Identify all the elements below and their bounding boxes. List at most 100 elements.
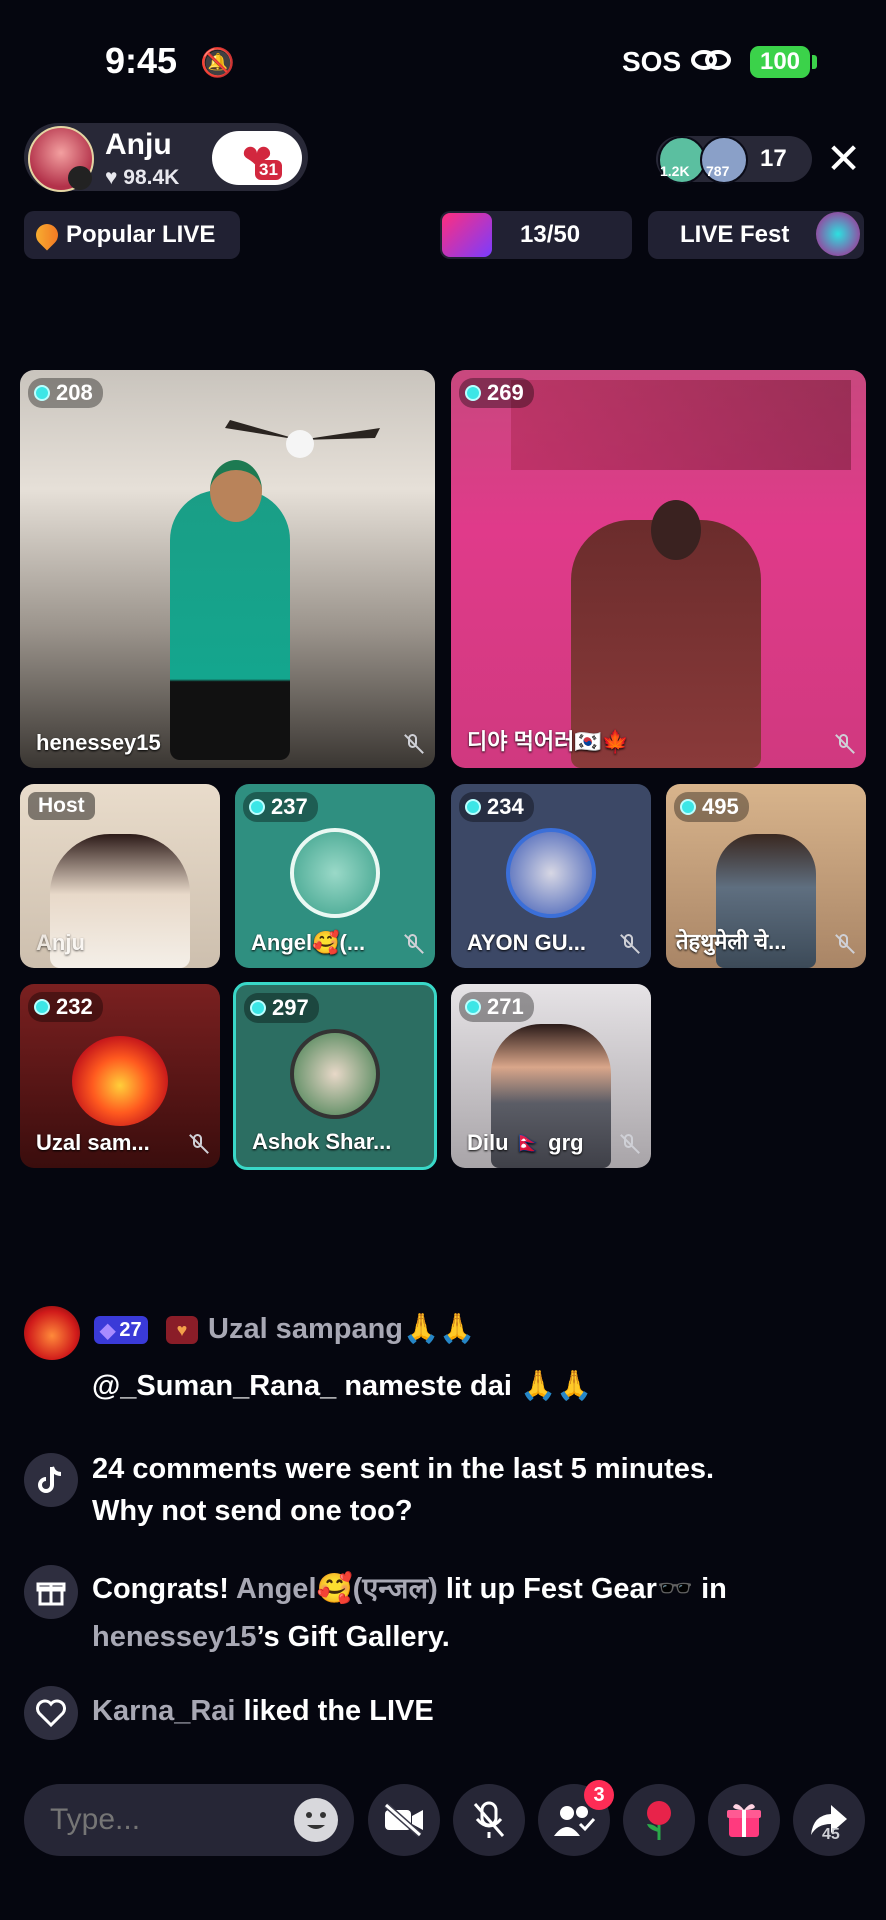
gift-count: 234 [487,794,524,819]
dancer-head [210,460,262,522]
fan-badge-level: 31 [255,160,282,180]
gift-count: 495 [702,794,739,819]
guest-name: Uzal sam... [36,1130,150,1155]
mic-off-icon [834,734,854,754]
host-likes: ♥ 98.4K [105,166,180,189]
gift-message-text: lit up Fest Gear🕶️ in [437,1573,727,1605]
shelf-decor [511,380,851,470]
gift-count: 271 [487,994,524,1019]
mic-off-icon [403,934,423,954]
gift-message-text: Congrats! [92,1573,236,1605]
heart-icon [31,219,63,251]
tiktok-icon [24,1453,78,1507]
guest-name: Ashok Shar... [252,1129,392,1154]
gift-message-text: ’s Gift Gallery. [256,1621,450,1653]
chat-username[interactable]: Karna_Rai [92,1695,235,1727]
guest-video-tile[interactable]: 495 तेहथुमेली चे... [666,784,866,968]
guest-name: Anju [36,930,85,955]
guest-audio-tile-speaking[interactable]: 297 Ashok Shar... [233,982,437,1170]
rank-progress: 13/50 [520,221,581,248]
gift-count: 237 [271,794,308,819]
close-icon[interactable]: ✕ [826,138,861,180]
gift-count-badge: 297 [244,993,319,1023]
guest-avatar [506,828,596,918]
guest-request-badge: 3 [584,1780,614,1810]
gift-count-badge: 232 [28,992,103,1022]
rose-gift-button[interactable] [623,1784,695,1856]
guest-video-tile[interactable]: 271 Dilu 🇳🇵 grg [451,984,651,1168]
share-count: 45 [822,1826,840,1843]
heart-icon: ♥ [176,1319,188,1340]
heart-outline-icon [24,1686,78,1740]
system-message-line2: Why not send one too? [92,1495,413,1527]
chat-username[interactable]: henessey15 [92,1621,256,1653]
gift-icon [727,1804,761,1837]
coin-icon [34,385,50,401]
gift-count: 232 [56,994,93,1019]
gift-count: 297 [272,995,309,1020]
coin-icon [465,999,481,1015]
host-mic-off-icon [68,166,92,190]
mic-off-icon [619,1134,639,1154]
camera-off-icon [384,1802,423,1838]
chat-username[interactable]: Uzal sampang🙏🙏 [208,1308,475,1350]
guest-name: 디야 먹어러🇰🇷🍁 [467,729,630,754]
battery-indicator: 100 [750,46,810,78]
guest-name: henessey15 [36,730,161,755]
chat-username[interactable]: Angel🥰(एन्जल) [236,1573,438,1605]
gifter-level-badge: ◆ 27 [94,1316,148,1344]
guest-name: तेहथुमेली चे... [676,929,787,954]
gift-count: 208 [56,380,93,405]
camera-off-button[interactable] [368,1784,440,1856]
satellite-icon [690,46,732,74]
guest-video-tile[interactable]: 269 디야 먹어러🇰🇷🍁 [451,370,866,768]
coin-icon [465,799,481,815]
mic-off-icon [188,1134,208,1154]
system-message-line1: 24 comments were sent in the last 5 minu… [92,1453,715,1485]
live-fest-label: LIVE Fest [680,221,790,248]
mic-off-button[interactable] [453,1784,525,1856]
gift-count-badge: 237 [243,792,318,822]
share-button[interactable] [793,1784,865,1856]
gift-count-badge: 495 [674,792,749,822]
tiktok-music-icon [442,213,492,257]
guest-video-tile[interactable]: 208 henessey15 [20,370,435,768]
mic-off-icon [403,734,423,754]
gift-count-badge: 234 [459,792,534,822]
mic-off-icon [834,934,854,954]
like-message-text: liked the LIVE [235,1695,434,1727]
popular-live-pill[interactable]: Popular LIVE [24,211,240,259]
gift-count-badge: 208 [28,378,103,408]
guest-avatar [290,1029,380,1119]
silent-bell-icon: 🔕 [200,47,235,78]
coin-icon [680,799,696,815]
viewer-count[interactable]: 17 [760,145,787,173]
chat-avatar[interactable] [24,1306,80,1360]
guest-name: AYON GU... [467,930,586,955]
gift-message-line1: Congrats! Angel🥰(एन्जल) lit up Fest Gear… [92,1568,727,1610]
guest-audio-tile[interactable]: 237 Angel🥰(... [235,784,435,968]
emoji-icon[interactable] [294,1798,338,1842]
host-video-tile[interactable]: Host Anju [20,784,220,968]
status-time: 9:45 [105,40,178,81]
coin-icon [34,999,50,1015]
guest-audio-tile[interactable]: 234 AYON GU... [451,784,651,968]
coin-icon [465,385,481,401]
gift-message-line2: henessey15’s Gift Gallery. [92,1616,450,1658]
gift-button[interactable] [708,1784,780,1856]
mic-off-icon [473,1801,505,1838]
gift-count: 269 [487,380,524,405]
host-name: Anju [105,128,172,161]
diamond-icon: ◆ [100,1319,116,1342]
popular-live-label: Popular LIVE [66,221,216,248]
guest-name: Dilu 🇳🇵 grg [467,1130,584,1155]
gift-icon [24,1565,78,1619]
gifter-level: 27 [119,1318,142,1341]
fan-club-badge: ♥ [166,1316,198,1344]
rose-icon [647,1801,671,1840]
guest-audio-tile[interactable]: 232 Uzal sam... [20,984,220,1168]
guests-icon [554,1806,596,1836]
dancer-figure [170,490,290,760]
guest-name: Angel🥰(... [251,930,366,955]
live-fest-logo-icon [816,212,860,256]
